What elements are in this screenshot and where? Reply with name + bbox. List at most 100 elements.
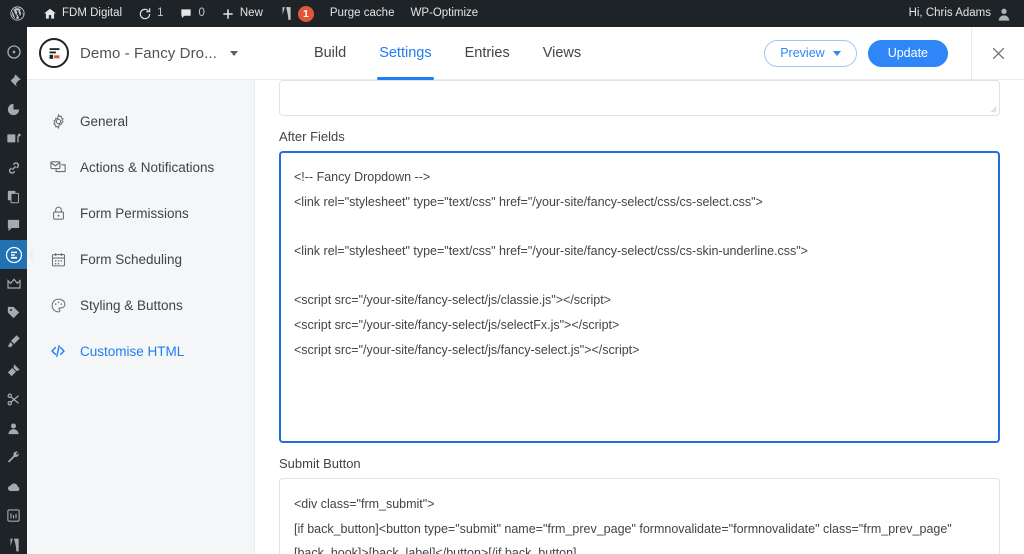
rail-item-plugins[interactable] <box>0 356 27 385</box>
greeting-label: Hi, Chris Adams <box>909 8 991 20</box>
purge-cache-label: Purge cache <box>330 8 395 20</box>
gallery-icon <box>6 131 22 147</box>
tab-settings[interactable]: Settings <box>379 27 431 80</box>
site-name-menu[interactable]: FDM Digital <box>35 0 130 27</box>
dashboard-icon <box>6 44 22 60</box>
rail-item-comments[interactable] <box>0 211 27 240</box>
lock-icon <box>49 205 67 222</box>
comments-menu[interactable]: 0 <box>171 0 212 27</box>
rail-item-cloud[interactable] <box>0 472 27 501</box>
wp-optimize-menu[interactable]: WP-Optimize <box>402 0 486 27</box>
rail-item-analytics[interactable] <box>0 501 27 530</box>
close-icon <box>990 45 1007 62</box>
submit-button-label: Submit Button <box>279 456 1000 471</box>
palette-icon <box>49 297 67 314</box>
wp-admin-bar: FDM Digital 1 0 New 1 <box>0 0 1024 27</box>
updates-menu[interactable]: 1 <box>130 0 171 27</box>
formidable-logo-icon <box>39 38 69 68</box>
chevron-down-icon <box>833 51 841 56</box>
rail-item-appearance[interactable] <box>0 327 27 356</box>
after-fields-textarea[interactable]: <!-- Fancy Dropdown --> <link rel="style… <box>279 151 1000 443</box>
submit-button-textarea[interactable]: <div class="frm_submit"> [if back_button… <box>279 478 1000 554</box>
rail-item-yoast[interactable] <box>0 530 27 554</box>
scissors-icon <box>6 392 21 407</box>
builder-tabs: Build Settings Entries Views <box>314 27 581 80</box>
tools-icon <box>6 450 21 465</box>
sidebar-item-styling-buttons[interactable]: Styling & Buttons <box>27 282 254 328</box>
preview-label: Preview <box>780 46 824 60</box>
preview-button[interactable]: Preview <box>764 40 856 67</box>
purge-cache-menu[interactable]: Purge cache <box>322 0 403 27</box>
sidebar-item-label: Actions & Notifications <box>80 160 214 175</box>
sidebar-item-form-permissions[interactable]: Form Permissions <box>27 190 254 236</box>
yoast-icon <box>279 6 293 21</box>
rail-item-tags[interactable] <box>0 298 27 327</box>
rail-item-tools[interactable] <box>0 443 27 472</box>
sidebar-item-actions-notifications[interactable]: Actions & Notifications <box>27 144 254 190</box>
account-menu[interactable]: Hi, Chris Adams <box>901 0 1024 27</box>
analytics-icon <box>6 508 21 523</box>
tab-entries[interactable]: Entries <box>465 27 510 80</box>
new-label: New <box>240 8 263 20</box>
builder-header: Demo - Fancy Dro... Build Settings Entri… <box>27 27 1024 80</box>
wp-admin-menu-rail <box>0 27 27 554</box>
cloud-icon <box>6 479 22 495</box>
updates-count: 1 <box>157 8 163 20</box>
user-avatar-icon <box>996 6 1012 22</box>
settings-sidebar: General Actions & Notifications <box>27 80 255 554</box>
close-button[interactable] <box>971 27 1024 80</box>
rail-item-pages[interactable] <box>0 182 27 211</box>
gear-icon <box>49 113 67 130</box>
tab-build[interactable]: Build <box>314 27 346 80</box>
pin-icon <box>6 73 22 89</box>
comment-icon <box>179 7 193 21</box>
wordpress-logo-menu[interactable] <box>0 0 35 27</box>
rail-item-appearance-premium[interactable] <box>0 269 27 298</box>
rail-item-links[interactable] <box>0 153 27 182</box>
yoast-menu[interactable]: 1 <box>271 0 322 27</box>
resize-grip-icon[interactable] <box>989 105 997 113</box>
code-line: [back_hook]>[back_label]</button>[/if ba… <box>294 541 985 554</box>
media-icon <box>6 102 21 117</box>
rail-item-media[interactable] <box>0 95 27 124</box>
rail-item-posts[interactable] <box>0 66 27 95</box>
plugin-icon <box>6 363 21 378</box>
crown-icon <box>6 276 22 292</box>
rail-item-gallery[interactable] <box>0 124 27 153</box>
comments-icon <box>6 218 21 233</box>
brush-icon <box>6 334 21 349</box>
notifications-icon <box>49 158 67 176</box>
sidebar-item-label: Form Permissions <box>80 206 189 221</box>
sidebar-item-customise-html[interactable]: Customise HTML <box>27 328 254 374</box>
comments-count: 0 <box>198 8 204 20</box>
rail-item-snippets[interactable] <box>0 385 27 414</box>
formidable-icon <box>5 246 23 264</box>
before-fields-textarea[interactable] <box>279 80 1000 116</box>
wordpress-icon <box>9 5 26 22</box>
form-title-menu[interactable]: Demo - Fancy Dro... <box>27 38 238 68</box>
rail-item-dashboard[interactable] <box>0 37 27 66</box>
tab-views[interactable]: Views <box>543 27 581 80</box>
link-icon <box>6 160 22 176</box>
update-button[interactable]: Update <box>868 40 948 67</box>
sidebar-item-label: General <box>80 114 128 129</box>
site-name-label: FDM Digital <box>62 8 122 20</box>
yoast-badge: 1 <box>298 6 314 22</box>
code-line: <!-- Fancy Dropdown --> <box>294 165 985 190</box>
code-line: <div class="frm_submit"> <box>294 492 985 517</box>
code-line: <script src="/your-site/fancy-select/js/… <box>294 338 985 363</box>
sidebar-item-form-scheduling[interactable]: Form Scheduling <box>27 236 254 282</box>
code-icon <box>49 342 67 360</box>
updates-icon <box>138 7 152 21</box>
after-fields-label: After Fields <box>279 129 1000 144</box>
rail-item-formidable[interactable] <box>0 240 27 269</box>
settings-panel: After Fields <!-- Fancy Dropdown --> <li… <box>255 80 1024 554</box>
wp-optimize-label: WP-Optimize <box>410 8 478 20</box>
code-line: <script src="/your-site/fancy-select/js/… <box>294 313 985 338</box>
formidable-form-builder: Demo - Fancy Dro... Build Settings Entri… <box>27 27 1024 554</box>
sidebar-item-general[interactable]: General <box>27 98 254 144</box>
home-icon <box>43 7 57 21</box>
code-line: <script src="/your-site/fancy-select/js/… <box>294 288 985 313</box>
rail-item-users[interactable] <box>0 414 27 443</box>
new-content-menu[interactable]: New <box>213 0 271 27</box>
